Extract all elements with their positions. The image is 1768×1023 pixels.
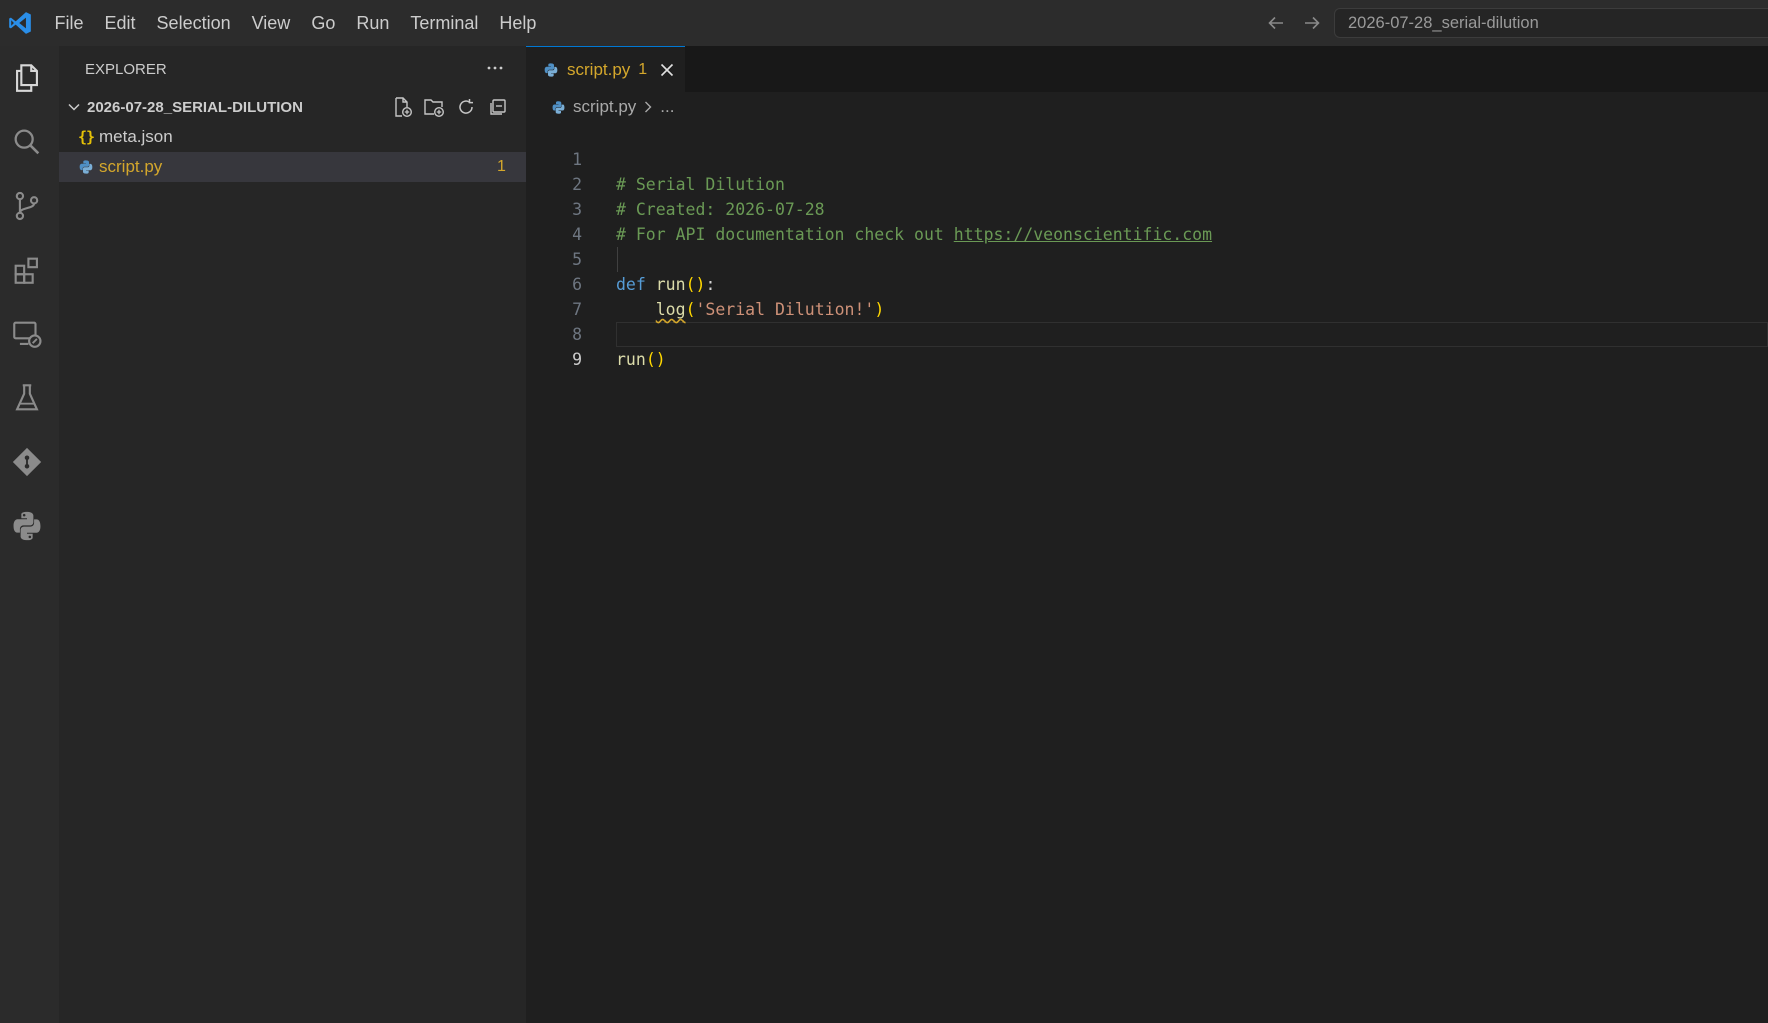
code-line: 4: [526, 197, 586, 244]
remote-explorer-icon[interactable]: [0, 307, 54, 361]
code-line: 7: [526, 272, 586, 319]
chevron-down-icon: [61, 99, 87, 115]
explorer-sidebar: EXPLORER 2026-07-28_SERIAL-DILUTION {} m: [59, 46, 526, 1023]
close-icon[interactable]: [657, 60, 677, 80]
source-control-icon[interactable]: [0, 179, 54, 233]
file-script-py[interactable]: script.py 1: [59, 152, 526, 182]
json-file-icon: {}: [77, 128, 95, 146]
navigation-arrows: [1262, 0, 1326, 46]
collapse-all-icon[interactable]: [485, 95, 511, 119]
code-line: 9: [526, 322, 586, 369]
explorer-title: EXPLORER: [85, 60, 167, 78]
code-line: 8 run(): [526, 297, 666, 369]
search-icon[interactable]: [0, 115, 54, 169]
menu-edit[interactable]: Edit: [94, 0, 146, 46]
menu-go[interactable]: Go: [301, 0, 346, 46]
forward-arrow-icon[interactable]: [1298, 9, 1326, 37]
chevron-right-icon: [642, 100, 654, 114]
file-name: meta.json: [99, 127, 173, 146]
command-center-search[interactable]: 2026-07-28_serial-dilution: [1334, 8, 1768, 38]
files-icon[interactable]: [0, 51, 54, 105]
folder-actions: [389, 95, 511, 119]
tab-problem-badge: 1: [638, 60, 648, 78]
warning-squiggle: log: [655, 300, 686, 319]
workspace-folder[interactable]: 2026-07-28_SERIAL-DILUTION: [59, 92, 526, 122]
explorer-header: EXPLORER: [59, 46, 526, 92]
editor-area: script.py 1 script.py ... 1 # Serial Dil…: [526, 46, 1768, 1023]
file-meta-json[interactable]: {} meta.json: [59, 122, 526, 152]
line-number: 9: [572, 350, 582, 369]
code-line: 6 log('Serial Dilution!'): [526, 247, 884, 319]
menu-file[interactable]: File: [44, 0, 94, 46]
git-diamond-icon[interactable]: [0, 435, 54, 489]
python-file-icon: [551, 100, 566, 115]
title-bar: File Edit Selection View Go Run Terminal…: [0, 0, 1768, 46]
python-file-icon: [74, 159, 98, 175]
activity-bar: [0, 46, 59, 1023]
refresh-icon[interactable]: [453, 95, 479, 119]
back-arrow-icon[interactable]: [1262, 9, 1290, 37]
breadcrumb-file[interactable]: script.py: [573, 97, 636, 117]
testing-flask-icon[interactable]: [0, 371, 54, 425]
tab-bar: script.py 1: [526, 46, 1768, 92]
menu-view[interactable]: View: [241, 0, 301, 46]
menu-selection[interactable]: Selection: [146, 0, 241, 46]
new-folder-icon[interactable]: [421, 95, 447, 119]
problem-count-badge: 1: [497, 158, 506, 175]
file-name: script.py: [99, 157, 163, 176]
menu-terminal[interactable]: Terminal: [400, 0, 489, 46]
menu-bar: File Edit Selection View Go Run Terminal…: [44, 0, 547, 46]
vscode-logo-icon: [2, 0, 38, 46]
breadcrumb: script.py ...: [526, 92, 1768, 122]
indent-guide: [617, 247, 618, 272]
code-line: 3 # For API documentation check out http…: [526, 172, 1212, 244]
new-file-icon[interactable]: [389, 95, 415, 119]
code-line: 1 # Serial Dilution: [526, 122, 785, 194]
more-actions-icon[interactable]: [483, 56, 507, 80]
extensions-icon[interactable]: [0, 243, 54, 297]
code-line: 5 def run():: [526, 222, 715, 294]
breadcrumb-symbols[interactable]: ...: [660, 97, 674, 117]
tab-label: script.py: [567, 59, 631, 79]
menu-run[interactable]: Run: [346, 0, 400, 46]
menu-help[interactable]: Help: [489, 0, 547, 46]
tab-script-py[interactable]: script.py 1: [526, 46, 685, 92]
python-icon[interactable]: [0, 499, 54, 553]
current-line-highlight: [616, 322, 1768, 347]
workspace-folder-name: 2026-07-28_SERIAL-DILUTION: [87, 98, 303, 116]
python-file-icon: [543, 62, 559, 78]
documentation-link[interactable]: https://veonscientific.com: [954, 225, 1212, 244]
code-line: 2 # Created: 2026-07-28: [526, 147, 825, 219]
